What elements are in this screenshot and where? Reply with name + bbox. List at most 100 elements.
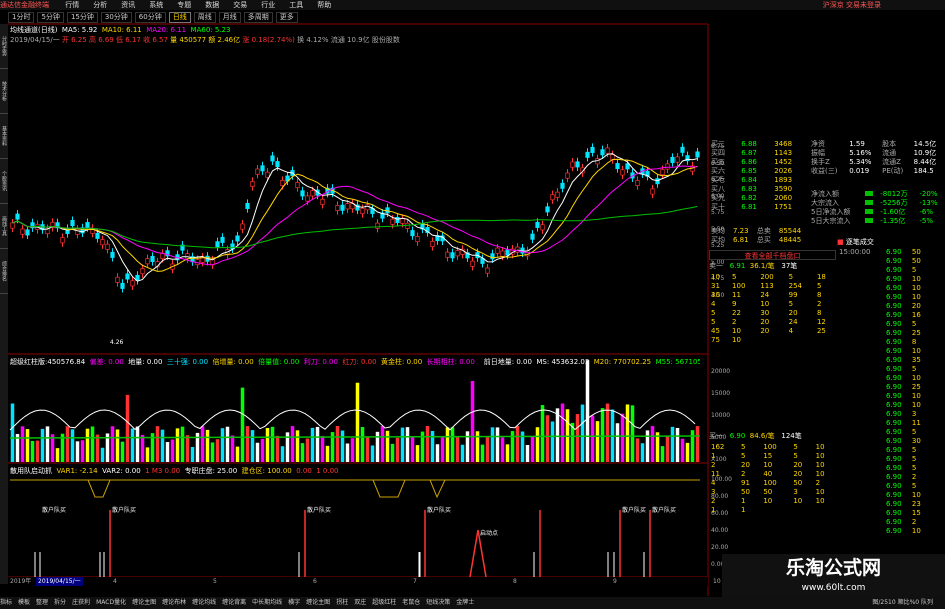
- bottom-tab[interactable]: 缠论均线: [192, 599, 216, 606]
- bottom-tab[interactable]: 超级红柱: [372, 599, 396, 606]
- depth-row: 3 50 50 3 10: [709, 488, 836, 497]
- depth-cell: 113: [760, 282, 774, 290]
- tick-volume: 2: [911, 473, 917, 481]
- depth-cell: 10: [815, 461, 825, 469]
- depth-cell: 24: [788, 318, 798, 326]
- volume-bar: [110, 426, 115, 462]
- volume-bar: [350, 438, 355, 462]
- depth-cell: 5: [711, 318, 716, 326]
- depth-cell: 31: [711, 282, 720, 290]
- ask-cell: 买十: [711, 203, 725, 211]
- stat-row: 换手Z 5.34% 流通Z 8.44亿: [809, 158, 945, 167]
- tick-volume: 50: [911, 248, 921, 256]
- watermark-title: 乐淘公式网: [785, 557, 881, 579]
- candle-body: [360, 208, 365, 215]
- ticks-title-text: 逐笔成交: [845, 238, 874, 246]
- bottom-tab[interactable]: 老鼠仓: [402, 599, 420, 606]
- depth-row: 45 10 20 4 25: [709, 327, 836, 336]
- bottom-tab[interactable]: 指标: [0, 599, 12, 606]
- volume-bar: [490, 427, 495, 462]
- bottom-tab[interactable]: 短线决策: [426, 599, 450, 606]
- candlestick-series: [10, 143, 700, 293]
- depth-cell: 10: [732, 327, 741, 335]
- tick-volume: 23: [911, 500, 921, 508]
- volume-bar: [585, 360, 590, 462]
- candle-body: [15, 213, 20, 220]
- buy1-count: 124笔: [781, 432, 802, 440]
- volume-bar: [340, 430, 345, 462]
- bottom-tab[interactable]: 双庄: [354, 599, 366, 606]
- stat-cell: 净资: [811, 140, 825, 148]
- depth-link[interactable]: 查看全部千档盘口: [709, 250, 836, 260]
- depth-cell: 100: [732, 282, 746, 290]
- ask-cell: 6.84: [741, 176, 757, 184]
- volume-bar: [310, 427, 315, 462]
- volume-bar: [450, 427, 455, 462]
- summary-row: 买均 6.81 总买 48445: [709, 236, 809, 245]
- volume-bar: [395, 437, 400, 462]
- tick-row: 6.90 10: [837, 392, 927, 401]
- volume-bar: [405, 427, 410, 462]
- depth-row: 5 22 30 20 8: [709, 309, 836, 318]
- summary-table: 卖均 7.23 总卖 85544 买均 6.81 总买 48445: [709, 227, 809, 245]
- candle-body: [25, 229, 30, 236]
- depth-cell: 100: [763, 443, 777, 451]
- volume-bar: [455, 437, 460, 462]
- depth-cell: 9: [732, 300, 737, 308]
- ask-cell: 买四: [711, 149, 725, 157]
- bottom-tab[interactable]: 缠论主图: [132, 599, 156, 606]
- depth-cell: 10: [760, 300, 770, 308]
- ask-cell: 6.86: [741, 158, 757, 166]
- bottom-tab[interactable]: 横字: [288, 599, 300, 606]
- bottom-tab[interactable]: 缠论背离: [222, 599, 246, 606]
- bottom-tab[interactable]: 整理: [36, 599, 48, 606]
- candle-body: [295, 182, 300, 189]
- ask-cell: 买三: [711, 140, 725, 148]
- bottom-tab[interactable]: 庄获利: [72, 599, 90, 606]
- candle-body: [565, 172, 570, 179]
- bottom-tab[interactable]: 缠论布林: [162, 599, 186, 606]
- bottom-tab[interactable]: 拐柱: [336, 599, 348, 606]
- bottom-tab[interactable]: 模板: [18, 599, 30, 606]
- stat-row: 净资 1.59 股本 14.5亿: [809, 140, 945, 149]
- ask-cell: 3468: [774, 140, 793, 148]
- ask-cell: 1893: [774, 176, 793, 184]
- bottom-tab[interactable]: 缠论主图: [306, 599, 330, 606]
- tick-time: [837, 338, 884, 347]
- bottom-tab[interactable]: 中长期均线: [252, 599, 282, 606]
- bottom-tab[interactable]: MACD量化: [96, 599, 126, 606]
- tick-time: [837, 302, 884, 311]
- volume-bar: [140, 434, 145, 462]
- tick-volume: 5: [911, 455, 917, 463]
- volume-bar: [65, 426, 70, 462]
- bottom-tab[interactable]: 金牌士: [456, 599, 474, 606]
- volume-bar: [75, 441, 80, 462]
- tick-price: 6.90: [885, 266, 902, 274]
- candle-body: [430, 241, 435, 248]
- tick-row: 6.90 10: [837, 527, 927, 536]
- candle-body: [495, 247, 500, 254]
- volume-bar: [115, 429, 120, 462]
- bottom-tab[interactable]: 拆分: [54, 599, 66, 606]
- candle-body: [625, 163, 630, 170]
- tick-price: 6.90: [885, 365, 902, 373]
- watermark-url: www.60lt.com: [801, 583, 866, 593]
- tick-time: [837, 482, 884, 491]
- stat-cell: 10.9亿: [913, 149, 937, 157]
- volume-bar: [355, 382, 360, 462]
- signal-label: 启动点: [480, 530, 499, 537]
- depth-cell: 2: [711, 461, 716, 469]
- volume-bar: [595, 421, 600, 462]
- tick-price: 6.90: [885, 419, 902, 427]
- ask-cell: 买七: [711, 176, 725, 184]
- tick-volume: 25: [911, 383, 921, 391]
- depth-cell: 4: [711, 300, 716, 308]
- stat-row: 振幅 5.16% 流通 10.9亿: [809, 149, 945, 158]
- candle-body: [545, 206, 550, 213]
- volume-bar: [660, 446, 665, 462]
- depth-cell: 5: [741, 443, 746, 451]
- tick-row: 6.90 15: [837, 509, 927, 518]
- depth-cell: 5: [711, 309, 716, 317]
- flow-pct: -6%: [919, 208, 934, 216]
- volume-bar: [620, 413, 625, 462]
